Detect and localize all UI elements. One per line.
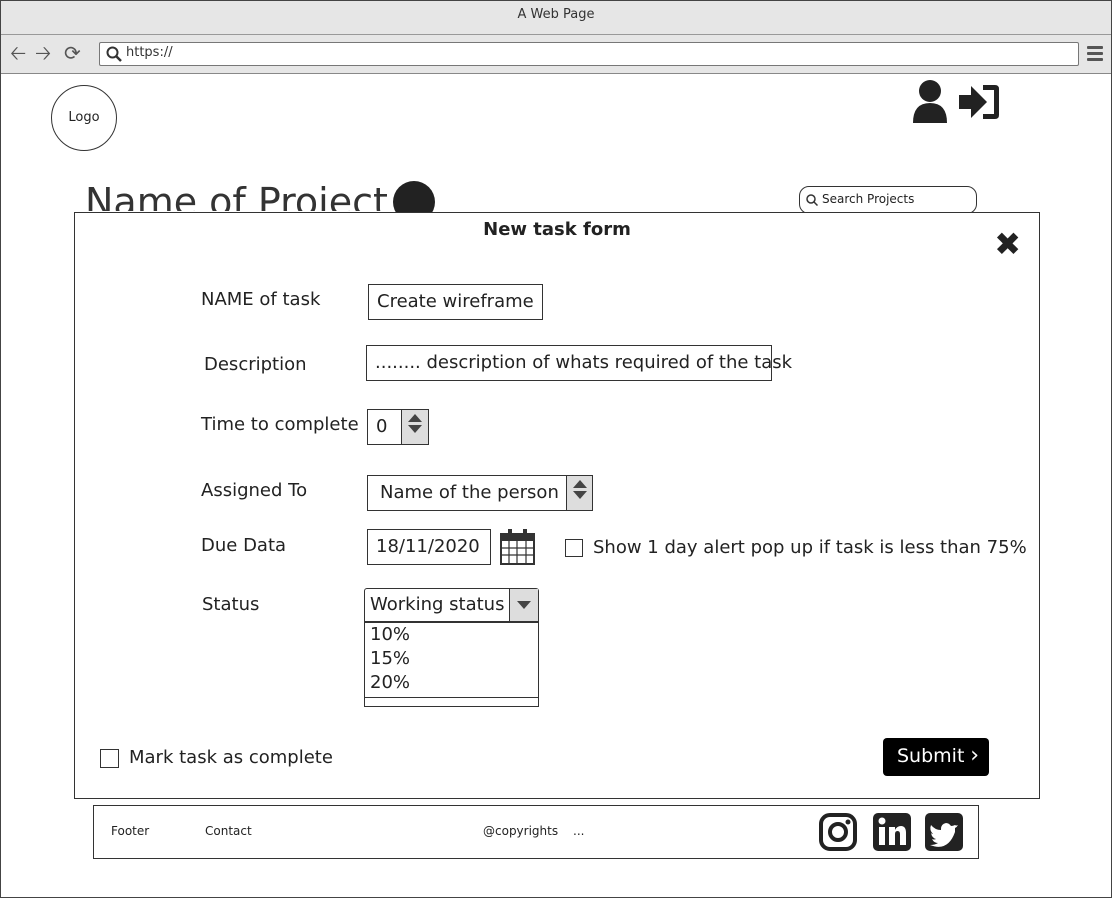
window-title: A Web Page xyxy=(1,1,1111,35)
reload-icon[interactable]: ⟳ xyxy=(64,43,81,63)
new-task-modal: New task form ✖ NAME of task Create wire… xyxy=(74,212,1040,799)
search-icon xyxy=(106,46,122,62)
close-icon[interactable]: ✖ xyxy=(994,228,1021,260)
task-name-label: NAME of task xyxy=(201,289,321,310)
search-icon xyxy=(806,194,818,206)
browser-window: A Web Page 🡠 🡢 ⟳ https:// Logo Name of P… xyxy=(0,0,1112,898)
due-date-input[interactable]: 18/11/2020 xyxy=(367,529,491,565)
assigned-label: Assigned To xyxy=(201,480,308,501)
submit-label: Submit xyxy=(897,745,965,767)
status-label: Status xyxy=(202,594,260,615)
status-option[interactable]: 20% xyxy=(365,671,538,695)
calendar-icon[interactable] xyxy=(500,528,536,566)
search-input[interactable]: Search Projects xyxy=(799,186,977,214)
status-select[interactable]: Working status xyxy=(364,588,539,622)
url-text: https:// xyxy=(126,45,173,60)
browser-toolbar: 🡠 🡢 ⟳ https:// xyxy=(1,35,1111,74)
description-input[interactable]: ........ description of whats required o… xyxy=(366,345,792,381)
task-name-input[interactable]: Create wireframe xyxy=(368,284,543,320)
due-date-label: Due Data xyxy=(201,535,287,556)
time-stepper[interactable]: 0 xyxy=(367,409,429,445)
search-placeholder: Search Projects xyxy=(822,192,915,206)
copyright-text: @copyrights xyxy=(483,824,559,838)
footer-ellipsis: ... xyxy=(573,824,585,838)
submit-button[interactable]: Submit › xyxy=(883,738,989,776)
time-label: Time to complete xyxy=(201,414,359,435)
alert-checkbox[interactable] xyxy=(565,539,583,557)
instagram-icon[interactable] xyxy=(818,812,858,852)
dropdown-divider xyxy=(365,697,538,706)
assigned-select[interactable]: Name of the person xyxy=(367,475,593,511)
time-value: 0 xyxy=(376,416,388,437)
assigned-value: Name of the person xyxy=(380,482,559,503)
address-bar[interactable]: https:// xyxy=(99,42,1079,66)
back-arrow-icon[interactable]: 🡠 xyxy=(10,43,26,63)
logo[interactable]: Logo xyxy=(51,85,117,151)
status-dropdown-list: 10% 15% 20% xyxy=(364,622,539,707)
user-icon[interactable] xyxy=(911,79,949,123)
modal-title: New task form xyxy=(483,219,631,240)
sign-in-icon[interactable] xyxy=(957,83,1001,121)
status-option[interactable]: 15% xyxy=(365,647,538,671)
stepper-arrows-icon[interactable] xyxy=(401,410,428,444)
linkedin-icon[interactable] xyxy=(872,812,912,852)
status-option[interactable]: 10% xyxy=(365,623,538,647)
complete-label: Mark task as complete xyxy=(129,747,333,768)
complete-checkbox[interactable] xyxy=(100,749,119,768)
contact-link[interactable]: Contact xyxy=(205,824,252,838)
description-label: Description xyxy=(204,354,307,375)
status-value: Working status xyxy=(370,594,505,615)
hamburger-menu-icon[interactable] xyxy=(1087,46,1103,64)
chevron-down-icon[interactable] xyxy=(509,589,538,621)
forward-arrow-icon[interactable]: 🡢 xyxy=(35,43,51,63)
twitter-icon[interactable] xyxy=(924,812,964,852)
select-arrows-icon[interactable] xyxy=(566,476,592,510)
alert-label: Show 1 day alert pop up if task is less … xyxy=(593,537,1027,558)
footer: Footer Contact @copyrights ... xyxy=(93,805,979,859)
project-title: Name of Project xyxy=(85,180,388,211)
footer-link[interactable]: Footer xyxy=(111,824,149,838)
chevron-right-icon: › xyxy=(970,743,979,768)
